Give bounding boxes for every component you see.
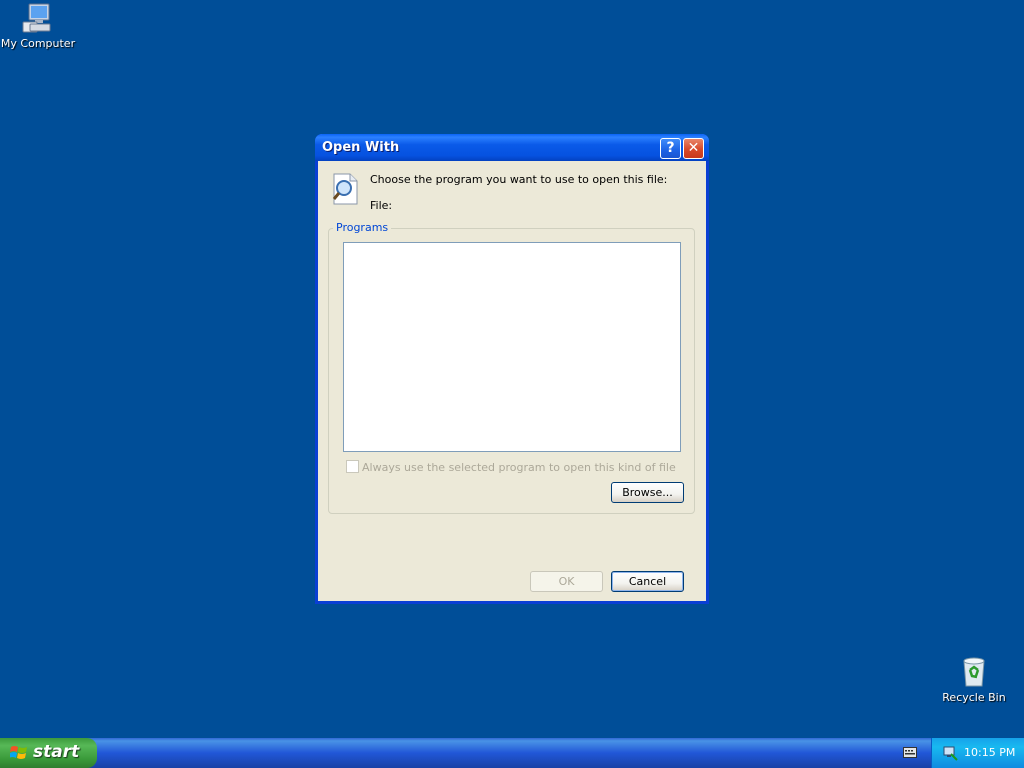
always-use-option: Always use the selected program to open … — [346, 460, 676, 474]
my-computer-desktop-icon[interactable]: My Computer — [0, 2, 78, 50]
open-with-dialog: Open With ? ✕ Choose the program you wan… — [315, 134, 709, 604]
windows-logo-icon — [10, 746, 27, 759]
programs-group-title: Programs — [333, 221, 392, 234]
dialog-title: Open With — [322, 140, 400, 155]
browse-button[interactable]: Browse... — [611, 482, 684, 503]
start-label: start — [33, 742, 80, 762]
help-icon: ? — [666, 140, 675, 156]
file-search-icon — [332, 173, 358, 205]
recycle-bin-icon — [963, 657, 985, 687]
close-button[interactable]: ✕ — [683, 138, 704, 159]
computer-icon — [22, 3, 51, 33]
network-tray-icon[interactable] — [942, 745, 958, 761]
taskbar: start 10:15 PM — [0, 738, 1024, 768]
clock[interactable]: 10:15 PM — [964, 746, 1015, 759]
system-tray: 10:15 PM — [931, 738, 1024, 768]
ok-button: OK — [530, 571, 603, 592]
file-label: File: — [370, 199, 393, 212]
cancel-button[interactable]: Cancel — [611, 571, 684, 592]
programs-groupbox: Programs Always use the selected program… — [328, 221, 695, 514]
keyboard-icon[interactable] — [903, 747, 917, 758]
recycle-bin-label: Recycle Bin — [942, 691, 1006, 704]
dialog-prompt: Choose the program you want to use to op… — [370, 173, 668, 186]
programs-list[interactable] — [343, 242, 681, 452]
recycle-bin-desktop-icon[interactable]: Recycle Bin — [934, 656, 1014, 704]
always-use-checkbox — [346, 460, 359, 473]
dialog-titlebar[interactable]: Open With ? ✕ — [315, 134, 709, 161]
help-button[interactable]: ? — [660, 138, 681, 159]
close-icon: ✕ — [687, 140, 700, 156]
start-button[interactable]: start — [0, 738, 97, 768]
my-computer-label: My Computer — [0, 37, 76, 50]
always-use-label: Always use the selected program to open … — [362, 461, 676, 474]
